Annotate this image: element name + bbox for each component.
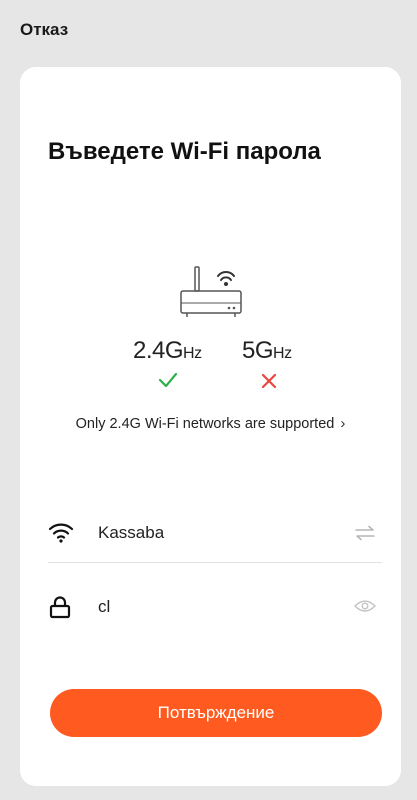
cross-icon — [260, 372, 278, 395]
password-row — [48, 577, 382, 637]
supported-networks-text: Only 2.4G Wi-Fi networks are supported — [75, 416, 335, 432]
band-2-4ghz: 2.4GHz — [133, 337, 202, 365]
wifi-password-card: Въведете Wi-Fi парола 2.4GHz 5GHz Only 2… — [20, 67, 401, 786]
chevron-right-icon: › — [340, 415, 346, 432]
supported-networks-link[interactable]: Only 2.4G Wi-Fi networks are supported › — [20, 415, 401, 432]
check-icon — [158, 372, 178, 393]
wifi-network-name: Kassaba — [98, 523, 165, 542]
confirm-button[interactable]: Потвърждение — [50, 689, 382, 737]
band-5ghz-value: 5G — [242, 337, 274, 364]
password-field[interactable] — [98, 597, 328, 617]
wifi-network-row[interactable]: Kassaba — [48, 503, 382, 563]
band-5ghz: 5GHz — [242, 337, 292, 365]
router-icon — [177, 263, 247, 319]
eye-icon[interactable] — [354, 599, 376, 618]
switch-network-icon[interactable] — [354, 525, 376, 546]
lock-icon — [48, 595, 72, 624]
top-bar: Отказ — [0, 0, 417, 66]
page-title: Въведете Wi-Fi парола — [48, 138, 321, 165]
band-2-4ghz-unit: Hz — [183, 345, 202, 362]
wifi-icon — [48, 521, 74, 548]
band-2-4ghz-value: 2.4G — [133, 337, 184, 364]
cancel-button[interactable]: Отказ — [20, 20, 68, 40]
band-5ghz-unit: Hz — [273, 345, 292, 362]
